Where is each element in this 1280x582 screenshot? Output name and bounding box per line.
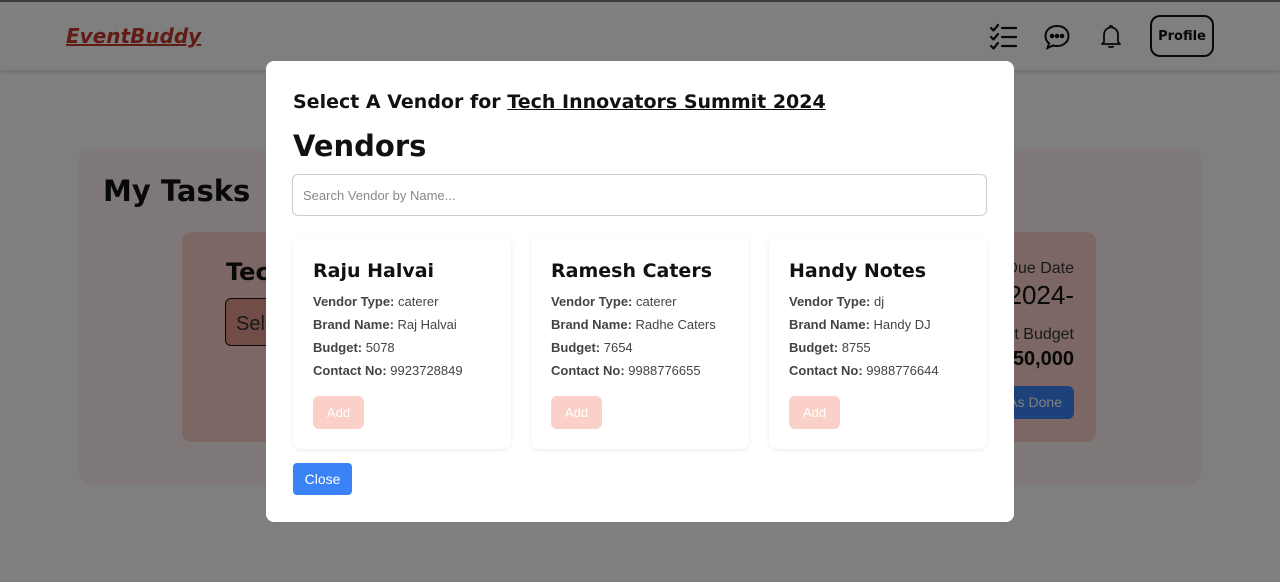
vendor-contact-value: 9988776655 (628, 363, 701, 378)
vendor-brand-label: Brand Name: (789, 317, 870, 332)
vendor-card: Raju Halvai Vendor Type: caterer Brand N… (293, 236, 511, 449)
vendor-budget-row: Budget: 5078 (313, 340, 395, 355)
vendor-type-row: Vendor Type: dj (789, 294, 884, 309)
vendor-name: Handy Notes (789, 260, 927, 282)
vendor-brand-row: Brand Name: Handy DJ (789, 317, 931, 332)
vendor-type-label: Vendor Type: (551, 294, 633, 309)
vendor-budget-label: Budget: (551, 340, 601, 355)
vendor-brand-value: Radhe Caters (635, 317, 716, 332)
vendor-modal: Select A Vendor for Tech Innovators Summ… (266, 61, 1014, 522)
vendor-type-row: Vendor Type: caterer (551, 294, 676, 309)
vendor-type-row: Vendor Type: caterer (313, 294, 438, 309)
vendor-brand-row: Brand Name: Radhe Caters (551, 317, 716, 332)
vendor-brand-row: Brand Name: Raj Halvai (313, 317, 457, 332)
vendor-contact-row: Contact No: 9988776655 (551, 363, 701, 378)
vendor-budget-value: 7654 (603, 340, 633, 355)
vendor-contact-label: Contact No: (789, 363, 863, 378)
vendor-type-value: caterer (636, 294, 677, 309)
add-vendor-button[interactable]: Add (551, 396, 602, 429)
vendor-budget-row: Budget: 7654 (551, 340, 633, 355)
vendor-contact-value: 9923728849 (390, 363, 463, 378)
add-vendor-button[interactable]: Add (313, 396, 364, 429)
vendor-contact-value: 9988776644 (866, 363, 939, 378)
vendor-type-label: Vendor Type: (313, 294, 395, 309)
close-button[interactable]: Close (293, 463, 352, 495)
modal-heading: Select A Vendor for Tech Innovators Summ… (293, 91, 826, 113)
vendor-contact-row: Contact No: 9923728849 (313, 363, 463, 378)
vendor-type-value: dj (874, 294, 885, 309)
vendor-brand-value: Handy DJ (873, 317, 931, 332)
vendor-budget-value: 5078 (365, 340, 395, 355)
vendor-card: Handy Notes Vendor Type: dj Brand Name: … (769, 236, 987, 449)
vendor-type-value: caterer (398, 294, 439, 309)
vendor-card: Ramesh Caters Vendor Type: caterer Brand… (531, 236, 749, 449)
vendor-brand-value: Raj Halvai (397, 317, 457, 332)
vendors-title: Vendors (293, 129, 427, 163)
vendor-contact-row: Contact No: 9988776644 (789, 363, 939, 378)
vendor-budget-label: Budget: (313, 340, 363, 355)
add-vendor-button[interactable]: Add (789, 396, 840, 429)
modal-heading-prefix: Select A Vendor for (293, 91, 508, 113)
vendor-budget-value: 8755 (841, 340, 871, 355)
vendor-brand-label: Brand Name: (313, 317, 394, 332)
vendor-budget-label: Budget: (789, 340, 839, 355)
vendor-contact-label: Contact No: (551, 363, 625, 378)
vendor-name: Ramesh Caters (551, 260, 712, 282)
vendor-budget-row: Budget: 8755 (789, 340, 871, 355)
vendor-contact-label: Contact No: (313, 363, 387, 378)
vendor-name: Raju Halvai (313, 260, 435, 282)
vendor-search-input[interactable] (292, 174, 987, 216)
vendor-brand-label: Brand Name: (551, 317, 632, 332)
vendor-type-label: Vendor Type: (789, 294, 871, 309)
event-name-link[interactable]: Tech Innovators Summit 2024 (507, 91, 825, 113)
